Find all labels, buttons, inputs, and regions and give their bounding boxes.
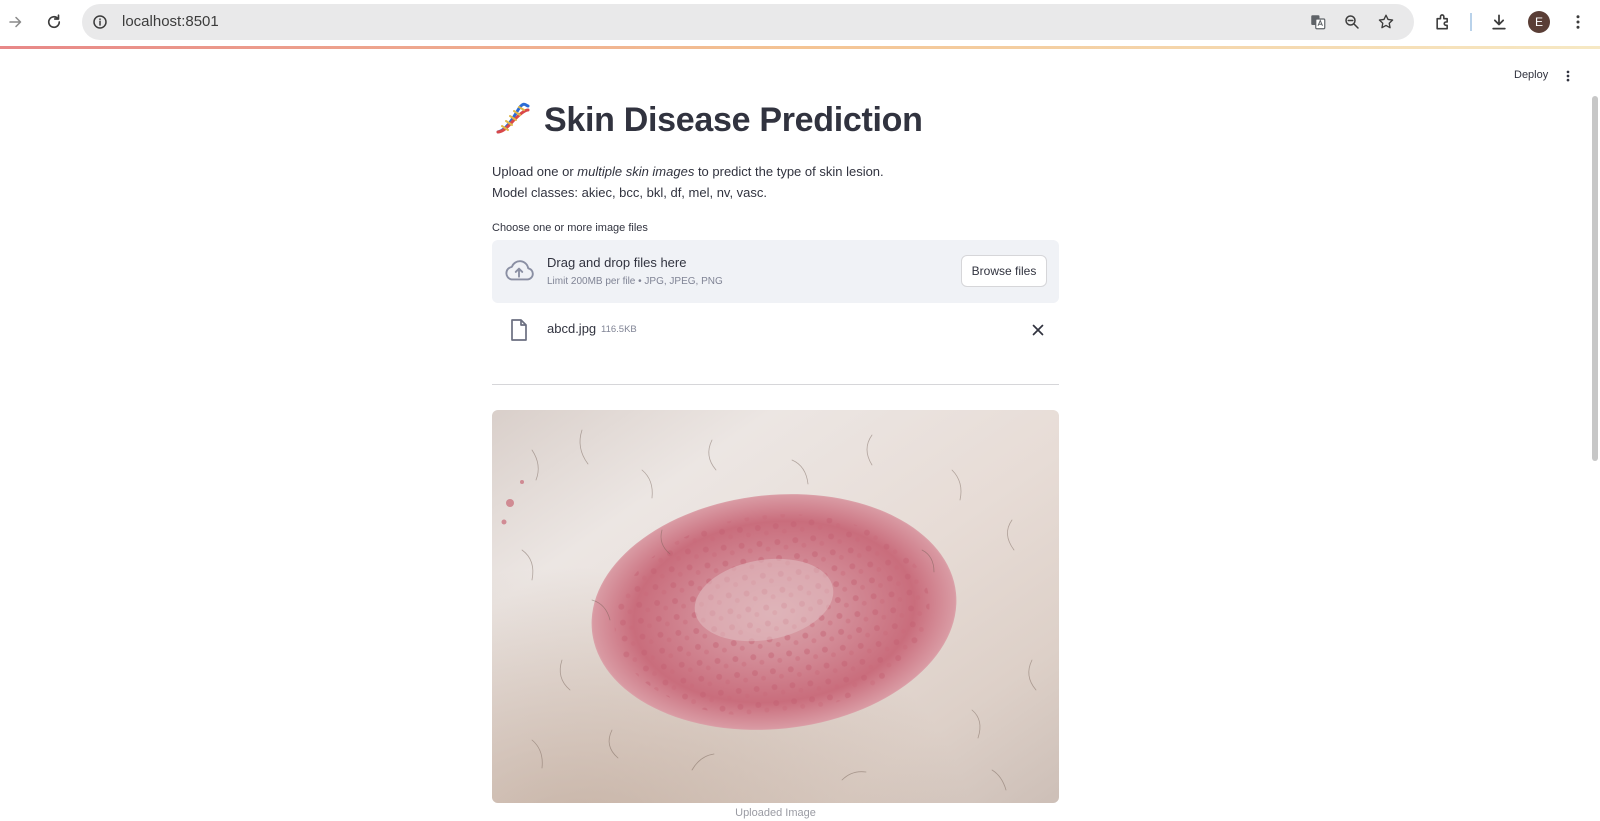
browse-files-button[interactable]: Browse files <box>961 255 1047 287</box>
remove-file-icon[interactable] <box>1029 321 1047 339</box>
cloud-upload-icon <box>505 260 534 281</box>
page-description: Upload one or multiple skin images to pr… <box>492 162 1059 203</box>
extensions-icon[interactable] <box>1431 10 1455 34</box>
page-top-decoration <box>0 46 1600 49</box>
download-icon[interactable] <box>1487 10 1511 34</box>
file-name: abcd.jpg <box>547 321 597 336</box>
url-text[interactable]: localhost:8501 <box>122 13 219 30</box>
reload-icon[interactable] <box>42 10 66 34</box>
dropzone-limit: Limit 200MB per file • JPG, JPEG, PNG <box>547 276 723 287</box>
description-line-1: Upload one or multiple skin images to pr… <box>492 164 884 179</box>
browser-toolbar: localhost:8501 E <box>0 0 1600 46</box>
dropzone-instructions: Drag and drop files here <box>547 255 687 270</box>
file-icon <box>511 319 527 341</box>
uploaded-file-item: abcd.jpg 116.5KB <box>492 306 1059 354</box>
address-bar[interactable]: localhost:8501 <box>82 4 1414 40</box>
main-content: Skin Disease Prediction Upload one or mu… <box>492 90 1059 803</box>
browser-menu-icon[interactable] <box>1566 10 1590 34</box>
zoom-icon[interactable] <box>1342 12 1362 32</box>
section-divider <box>492 384 1059 385</box>
translate-icon[interactable] <box>1308 12 1328 32</box>
image-caption: Uploaded Image <box>735 807 816 819</box>
page-title: Skin Disease Prediction <box>544 100 923 139</box>
deploy-button[interactable]: Deploy <box>1514 69 1548 81</box>
skin-lesion-photo <box>492 410 1059 803</box>
page-header: Skin Disease Prediction <box>492 90 1059 150</box>
bookmark-star-icon[interactable] <box>1376 12 1396 32</box>
app-menu-icon[interactable] <box>1560 68 1576 84</box>
dna-icon <box>496 102 530 134</box>
file-dropzone[interactable]: Drag and drop files here Limit 200MB per… <box>492 240 1059 303</box>
toolbar-separator <box>1470 13 1472 31</box>
uploader-label: Choose one or more image files <box>492 222 648 234</box>
forward-arrow-icon[interactable] <box>4 10 28 34</box>
file-size: 116.5KB <box>601 324 637 335</box>
description-line-2: Model classes: akiec, bcc, bkl, df, mel,… <box>492 184 768 200</box>
site-info-icon[interactable] <box>90 12 110 32</box>
page-scrollbar[interactable] <box>1592 96 1598 461</box>
uploaded-image <box>492 410 1059 803</box>
profile-avatar[interactable]: E <box>1528 11 1550 33</box>
